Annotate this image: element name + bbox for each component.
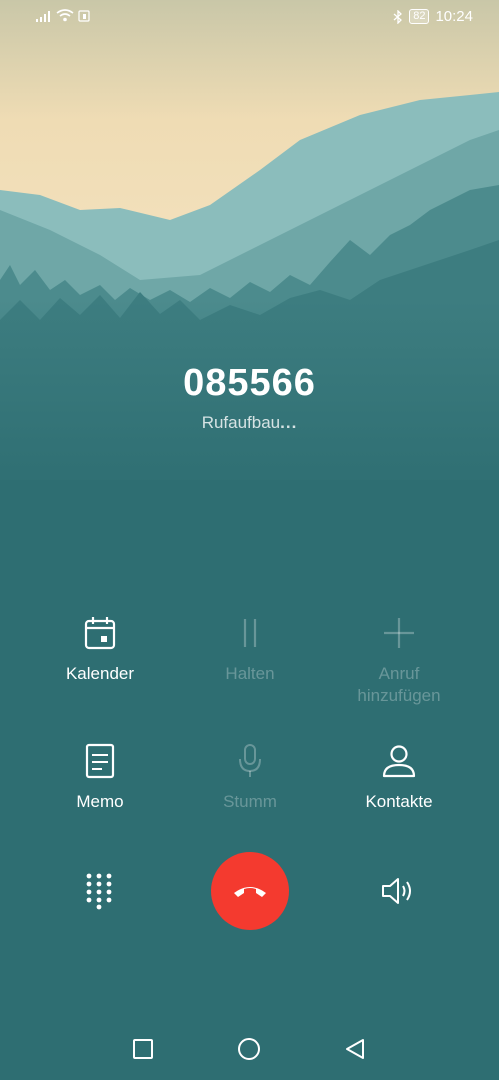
mute-label: Stumm — [223, 792, 277, 811]
sim-icon — [78, 9, 90, 22]
call-number: 085566 — [183, 362, 316, 404]
signal-icon — [36, 10, 50, 22]
status-bar: 82 10:24 — [0, 0, 499, 34]
bluetooth-icon — [393, 9, 403, 24]
contacts-label: Kontakte — [365, 792, 433, 811]
back-icon[interactable] — [344, 1038, 366, 1060]
add-call-button[interactable]: Anruf hinzufügen — [329, 615, 469, 707]
add-call-label-line2: hinzufügen — [357, 686, 441, 705]
calendar-icon — [84, 617, 116, 650]
memo-icon — [85, 743, 115, 779]
call-status-dots: ... — [280, 413, 298, 432]
plus-icon — [384, 618, 414, 648]
home-icon[interactable] — [237, 1037, 261, 1061]
pause-icon — [243, 619, 257, 647]
memo-button[interactable]: Memo — [30, 743, 170, 813]
add-call-label-line1: Anruf — [378, 664, 420, 683]
status-right: 82 10:24 — [393, 8, 473, 25]
battery-icon: 82 — [409, 9, 430, 24]
speaker-icon — [382, 878, 411, 904]
wifi-icon — [56, 9, 74, 22]
navigation-bar — [0, 1020, 499, 1080]
hold-label: Halten — [225, 664, 275, 683]
mute-button[interactable]: Stumm — [180, 743, 320, 813]
calendar-button[interactable]: Kalender — [30, 615, 170, 685]
recent-apps-icon[interactable] — [132, 1038, 154, 1060]
contacts-button[interactable]: Kontakte — [329, 743, 469, 813]
end-call-button[interactable] — [211, 852, 289, 930]
memo-label: Memo — [76, 792, 124, 811]
hold-button[interactable]: Halten — [180, 615, 320, 685]
hang-up-icon — [234, 887, 266, 897]
microphone-icon — [239, 744, 261, 777]
calendar-label: Kalender — [65, 664, 135, 683]
contact-icon — [382, 745, 416, 778]
call-status-label: Rufaufbau — [201, 413, 281, 432]
status-time: 10:24 — [435, 8, 473, 25]
status-left — [36, 9, 90, 22]
dialpad-button[interactable] — [84, 872, 114, 915]
call-info: 085566 Rufaufbau... — [0, 362, 499, 433]
speaker-button[interactable] — [380, 874, 418, 913]
dialpad-icon — [86, 873, 112, 910]
call-status: Rufaufbau... — [0, 413, 499, 433]
